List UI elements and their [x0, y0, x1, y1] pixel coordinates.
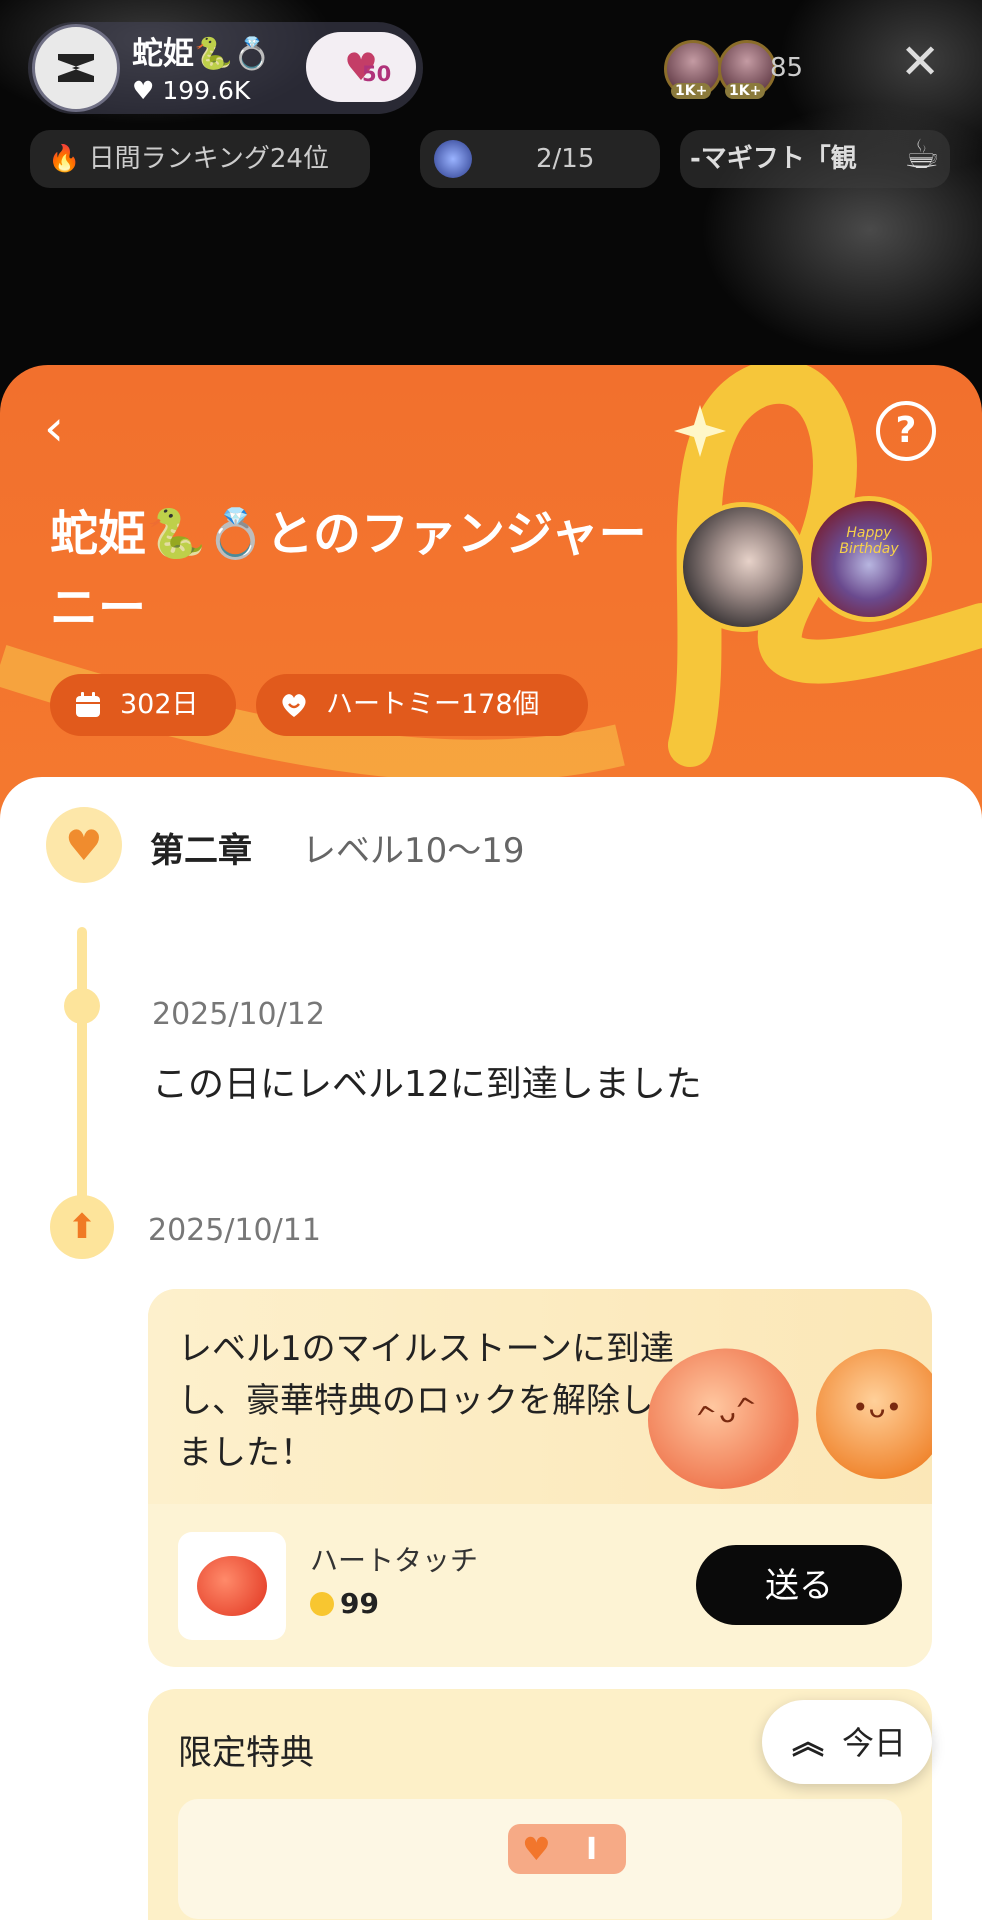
timeline-entry-text: この日にレベル12に到達しました — [152, 1064, 702, 1105]
fan-journey-sheet: ‹ ? 蛇姫🐍💍とのファンジャーニー Happy Birthday 302日 ハ… — [0, 365, 982, 1920]
perk-badge-count: I — [586, 1832, 598, 1867]
host-avatar[interactable] — [32, 24, 120, 112]
heart-icon: ♥ — [522, 1830, 551, 1868]
heart-smile-icon — [282, 694, 306, 717]
fireworks-icon — [434, 140, 472, 178]
gift-price: 99 — [310, 1587, 379, 1620]
fan-level-badge[interactable]: ♥ 50 — [306, 32, 416, 102]
fireworks-goal-chip[interactable]: 2/15 — [420, 130, 660, 188]
gift-ticker-chip[interactable]: -マギフト「観 ☕ — [680, 130, 950, 188]
host-likes: ♥ 199.6K — [132, 76, 251, 105]
help-icon[interactable]: ? — [876, 401, 936, 461]
timeline-entry-date: 2025/10/12 — [152, 997, 325, 1032]
milestone-text: レベル1のマイルストーンに到達し、豪華特典のロックを解除しました！ — [178, 1329, 674, 1473]
timeline-dot — [64, 988, 100, 1024]
gift-name: ハートタッチ — [310, 1544, 479, 1577]
perk-title: 限定特典 — [178, 1733, 314, 1773]
milestone-card: レベル1のマイルストーンに到達し、豪華特典のロックを解除しました！ ^ᴗ^ •ᴗ… — [148, 1289, 932, 1667]
level-up-arrow-icon: ⬆ — [50, 1195, 114, 1259]
gift-illustration-icon — [197, 1556, 267, 1616]
heart-me-stat-chip: ハートミー178個 — [256, 674, 588, 736]
host-avatar-large — [678, 502, 808, 632]
viewer-badge: 1K+ — [725, 83, 766, 99]
heart-touch-gift-image — [178, 1532, 286, 1640]
chapter-level-range: レベル10〜19 — [302, 831, 525, 871]
timeline-entry-date: 2025/10/11 — [148, 1213, 321, 1248]
today-label: 今日 — [842, 1724, 907, 1762]
capcut-logo-icon — [58, 54, 94, 82]
viewer-count[interactable]: 85 — [770, 48, 868, 88]
send-gift-button[interactable]: 送る — [696, 1545, 902, 1625]
days-stat-chip: 302日 — [50, 674, 236, 736]
chapter-title: 第二章 — [150, 831, 252, 871]
host-name: 蛇姫🐍💍 — [132, 36, 272, 72]
character-face-icon: •ᴗ• — [852, 1391, 903, 1424]
timeline-line — [77, 927, 87, 1207]
fan-avatar-large: Happy Birthday — [806, 496, 932, 622]
fireworks-progress: 2/15 — [536, 144, 595, 174]
fan-level-number: 50 — [362, 62, 392, 86]
gift-price-value: 99 — [340, 1587, 379, 1620]
perk-badge: ♥ I — [508, 1824, 626, 1874]
fan-avatar-text: Happy Birthday — [839, 525, 899, 557]
top-viewer-avatar-2[interactable]: 1K+ — [718, 40, 776, 99]
jump-to-today-button[interactable]: ︽ 今日 — [762, 1700, 932, 1784]
fan-journey-title: 蛇姫🐍💍とのファンジャーニー — [50, 506, 647, 636]
gift-ticker-text: -マギフト「観 — [690, 144, 857, 174]
heart-me-stat-label: ハートミー178個 — [326, 689, 540, 720]
coin-icon — [310, 1592, 334, 1616]
back-chevron-icon[interactable]: ‹ — [44, 403, 64, 453]
gift-cup-icon: ☕ — [904, 132, 940, 178]
days-stat-label: 302日 — [120, 689, 199, 720]
calendar-icon — [76, 692, 100, 717]
viewer-badge: 1K+ — [671, 83, 712, 99]
top-viewer-avatar-1[interactable]: 1K+ — [664, 40, 722, 99]
character-face-icon: ^ᴗ^ — [692, 1389, 762, 1436]
perk-content: ♥ I — [178, 1799, 902, 1919]
broken-heart-icon: ♥ — [46, 807, 122, 883]
double-chevron-up-icon: ︽ — [792, 1723, 825, 1761]
daily-ranking-chip[interactable]: 🔥 日間ランキング24位 — [30, 130, 370, 188]
close-icon[interactable]: ✕ — [900, 38, 940, 86]
